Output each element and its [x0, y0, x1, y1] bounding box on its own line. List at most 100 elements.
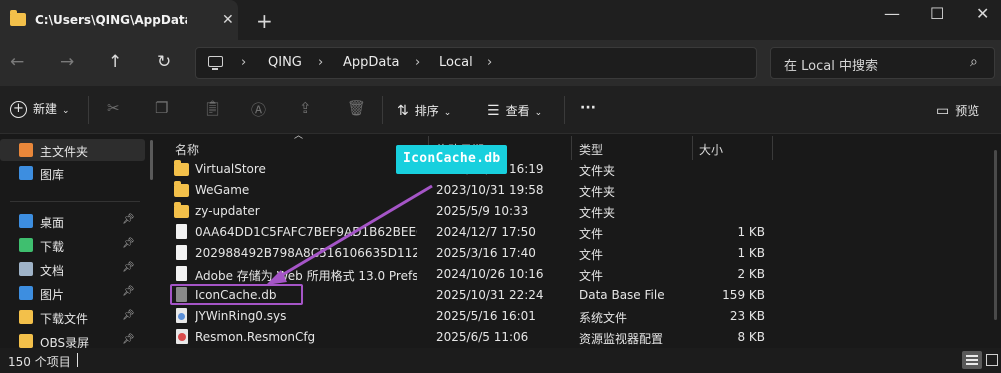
gallery-icon — [19, 166, 33, 180]
view-icon: ☰ — [487, 103, 500, 119]
new-tab-button[interactable]: + — [256, 9, 273, 33]
pin-icon[interactable]: 📌︎ — [122, 286, 135, 297]
column-header-type[interactable]: 类型 — [579, 141, 603, 158]
this-pc-icon[interactable] — [208, 56, 223, 70]
sidebar-item-home[interactable]: 主文件夹 — [0, 139, 145, 161]
copy-icon[interactable]: ❐ — [155, 99, 168, 117]
tab-title: C:\Users\QING\AppData\Local — [35, 13, 187, 27]
documents-icon — [19, 262, 33, 276]
sidebar-item-download-files[interactable]: 下载文件 📌︎ — [0, 306, 145, 328]
file-type: 文件夹 — [579, 206, 616, 220]
divider — [382, 96, 383, 124]
divider — [10, 201, 140, 202]
tab-current[interactable]: C:\Users\QING\AppData\Local ✕ — [0, 0, 238, 40]
folder-icon — [174, 160, 189, 176]
preview-pane-button[interactable]: ▭ 预览 — [936, 102, 979, 119]
up-arrow-icon[interactable]: ↑ — [108, 52, 122, 72]
sidebar-item-label: 图库 — [40, 168, 65, 182]
search-input[interactable]: 在 Local 中搜索 ⌕ — [770, 47, 995, 79]
sort-label: 排序 — [414, 104, 439, 118]
delete-icon[interactable]: 🗑︎ — [347, 99, 366, 117]
sidebar-item-desktop[interactable]: 桌面 📌︎ — [0, 210, 145, 232]
sidebar-item-label: 下载 — [40, 240, 65, 254]
sidebar-item-downloads[interactable]: 下载 📌︎ — [0, 234, 145, 256]
sidebar-item-gallery[interactable]: 图库 — [0, 162, 145, 184]
file-row[interactable]: JYWinRing0.sys 2025/5/16 16:01 系统文件 23 K… — [165, 306, 975, 327]
more-options-button[interactable]: ··· — [580, 100, 596, 116]
column-divider[interactable] — [571, 136, 572, 160]
divider — [77, 353, 78, 367]
divider — [88, 96, 89, 124]
chevron-right-icon[interactable]: › — [487, 55, 492, 70]
pin-icon[interactable]: 📌︎ — [122, 238, 135, 249]
chevron-right-icon[interactable]: › — [241, 55, 246, 70]
file-row[interactable]: Resmon.ResmonCfg 2025/6/5 11:06 资源监视器配置 … — [165, 327, 975, 348]
file-icon — [176, 266, 187, 281]
file-date: 2023/10/31 19:58 — [436, 183, 544, 197]
status-bar: 150 个项目 — [0, 348, 1001, 373]
address-bar[interactable]: › QING › AppData › Local › — [195, 47, 757, 79]
download-icon — [19, 238, 33, 252]
column-divider[interactable] — [692, 136, 693, 160]
search-icon[interactable]: ⌕ — [970, 54, 978, 70]
tab-close-icon[interactable]: ✕ — [222, 12, 234, 28]
chevron-right-icon[interactable]: › — [415, 55, 420, 70]
file-icon — [176, 245, 187, 260]
file-row[interactable]: 202988492B798A8C516106635D112D... 2025/3… — [165, 243, 975, 264]
file-type: 系统文件 — [579, 311, 628, 325]
back-arrow-icon[interactable]: ← — [10, 52, 24, 72]
new-button[interactable]: + 新建 ⌄ — [10, 100, 70, 118]
file-row[interactable]: 0AA64DD1C5FAFC7BEF9AD1B62BEE0... 2024/12… — [165, 222, 975, 243]
file-list-scrollbar[interactable] — [994, 150, 997, 320]
minimize-button[interactable]: — — [884, 4, 900, 23]
sidebar-item-pictures[interactable]: 图片 📌︎ — [0, 282, 145, 304]
preview-label: 预览 — [955, 104, 980, 118]
file-row[interactable]: VirtualStore 2024/12/16 16:19 文件夹 — [165, 159, 975, 180]
file-row[interactable]: WeGame 2023/10/31 19:58 文件夹 — [165, 180, 975, 201]
breadcrumb-local[interactable]: Local — [439, 55, 473, 70]
file-date: 2025/5/9 10:33 — [436, 204, 529, 218]
sidebar-item-label: 主文件夹 — [40, 145, 89, 159]
pin-icon[interactable]: 📌︎ — [122, 214, 135, 225]
column-header-name[interactable]: 名称 — [175, 141, 199, 158]
file-row[interactable]: Adobe 存储为 Web 所用格式 13.0 Prefs 2024/10/26… — [165, 264, 975, 285]
file-type: 文件 — [579, 227, 604, 241]
file-type: 文件 — [579, 248, 604, 262]
file-type: 资源监视器配置 — [579, 332, 664, 346]
file-name: zy-updater — [195, 204, 260, 218]
forward-arrow-icon[interactable]: → — [60, 52, 74, 72]
sidebar-scrollbar[interactable] — [150, 140, 153, 180]
column-divider[interactable] — [772, 136, 773, 160]
pin-icon[interactable]: 📌︎ — [122, 310, 135, 321]
pictures-icon — [19, 286, 33, 300]
chevron-right-icon[interactable]: › — [318, 55, 323, 70]
sidebar-item-label: 桌面 — [40, 216, 65, 230]
system-file-icon — [176, 308, 187, 323]
details-view-button[interactable] — [962, 351, 982, 369]
breadcrumb-appdata[interactable]: AppData — [343, 55, 399, 70]
cut-icon[interactable]: ✂ — [107, 99, 120, 117]
home-icon — [19, 143, 33, 157]
file-type: 文件 — [579, 269, 604, 283]
chevron-down-icon: ⌄ — [443, 108, 452, 118]
maximize-button[interactable]: ☐ — [930, 4, 944, 23]
sidebar-item-label: 文档 — [40, 264, 65, 278]
file-date: 2025/5/16 16:01 — [436, 309, 536, 323]
file-row[interactable]: zy-updater 2025/5/9 10:33 文件夹 — [165, 201, 975, 222]
pin-icon[interactable]: 📌︎ — [122, 334, 135, 345]
pin-icon[interactable]: 📌︎ — [122, 262, 135, 273]
sidebar-item-documents[interactable]: 文档 📌︎ — [0, 258, 145, 280]
refresh-icon[interactable]: ↻ — [157, 52, 171, 72]
annotation-label: IconCache.db — [396, 145, 507, 174]
view-button[interactable]: ☰ 查看 ⌄ — [487, 102, 542, 119]
chevron-down-icon: ⌄ — [62, 106, 70, 116]
breadcrumb-qing[interactable]: QING — [268, 55, 302, 70]
file-size: 8 KB — [737, 330, 765, 344]
column-header-size[interactable]: 大小 — [699, 141, 723, 158]
rename-icon[interactable]: Ⓐ — [251, 99, 266, 120]
sort-button[interactable]: ⇅ 排序 ⌄ — [397, 102, 451, 119]
tiles-view-button[interactable] — [982, 351, 1001, 369]
share-icon[interactable]: ⇪ — [299, 99, 312, 117]
close-window-button[interactable]: ✕ — [976, 4, 989, 23]
paste-icon[interactable]: 📋︎ — [203, 99, 222, 117]
